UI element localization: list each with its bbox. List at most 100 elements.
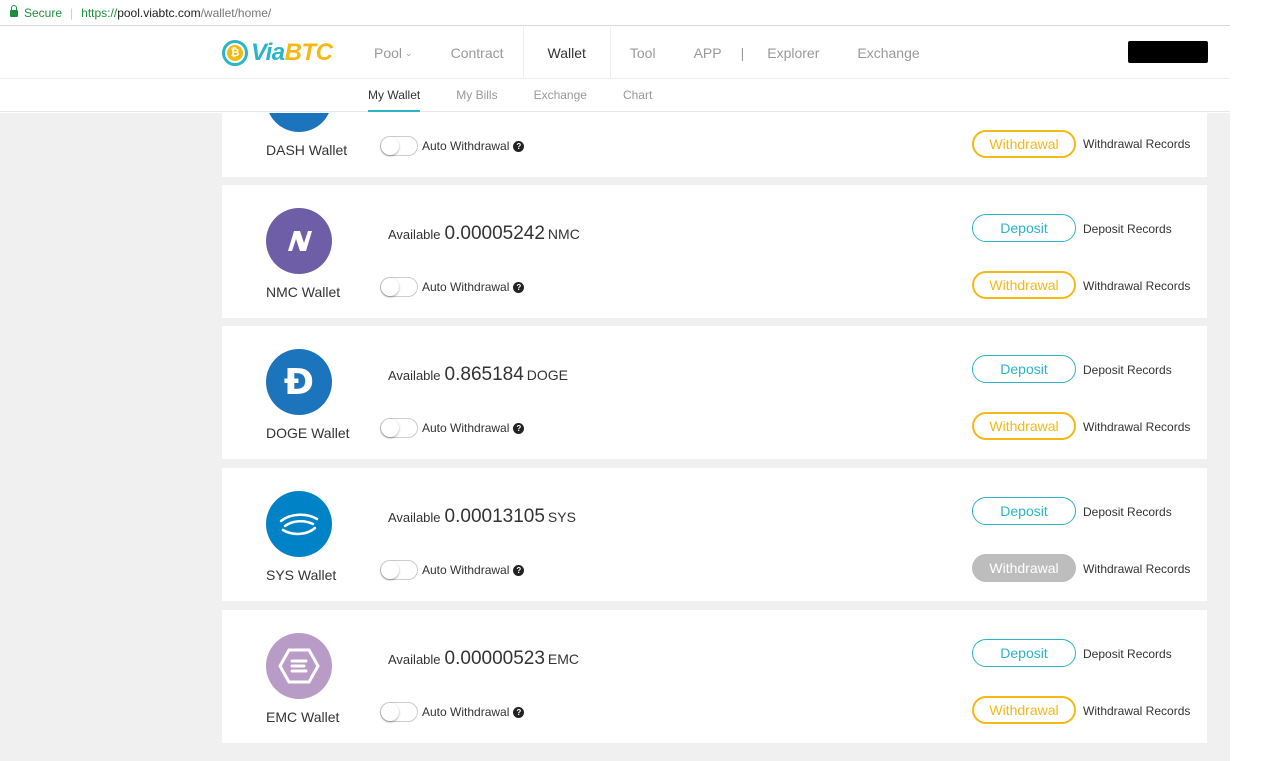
balance-amount: 0.00000523 — [444, 648, 545, 669]
namecoin-icon — [288, 231, 312, 251]
wallet-name: SYS Wallet — [266, 567, 337, 583]
viabtc-logo-icon: ₿ — [222, 40, 248, 66]
available-balance: Available 0.00013105 SYS — [388, 506, 576, 528]
wallet-card-emc: EMC Wallet Available 0.00000523 EMC Auto… — [222, 610, 1207, 743]
wallet-card-doge: Đ DOGE Wallet Available 0.865184 DOGE Au… — [222, 326, 1207, 459]
logo-wordmark: ViaBTC — [251, 39, 333, 67]
nav-tool[interactable]: Tool — [611, 27, 675, 79]
nav-explorer[interactable]: Explorer — [748, 27, 838, 79]
nav-exchange-label: Exchange — [857, 45, 920, 61]
withdrawal-button[interactable]: Withdrawal — [972, 412, 1076, 440]
deposit-button[interactable]: Deposit — [972, 214, 1076, 242]
wallet-name: DOGE Wallet — [266, 425, 350, 441]
auto-withdrawal-toggle[interactable] — [380, 702, 418, 722]
help-icon[interactable]: ? — [513, 706, 525, 718]
wallet-list: DASH Wallet Auto Withdrawal ? Withdrawal… — [0, 113, 1230, 761]
nav-explorer-label: Explorer — [767, 45, 820, 61]
withdrawal-records-link[interactable]: Withdrawal Records — [1083, 137, 1190, 151]
user-account-redacted[interactable] — [1128, 41, 1208, 63]
auto-withdrawal-label: Auto Withdrawal — [422, 563, 510, 577]
auto-withdrawal-toggle[interactable] — [380, 277, 418, 297]
available-label: Available — [388, 652, 441, 667]
url-text[interactable]: https://pool.viabtc.com/wallet/home/ — [81, 6, 271, 20]
balance-amount: 0.00013105 — [444, 506, 545, 527]
nav-wallet[interactable]: Wallet — [522, 27, 611, 79]
deposit-records-link[interactable]: Deposit Records — [1083, 647, 1172, 661]
available-balance: Available 0.865184 DOGE — [388, 364, 568, 386]
browser-address-bar[interactable]: Secure | https://pool.viabtc.com/wallet/… — [0, 0, 1230, 26]
url-host: pool.viabtc.com — [117, 5, 201, 20]
toggle-knob — [381, 278, 399, 296]
tab-chart[interactable]: Chart — [623, 80, 652, 112]
help-icon[interactable]: ? — [513, 281, 525, 293]
window-edge — [1230, 0, 1280, 761]
balance-amount: 0.00005242 — [444, 223, 545, 244]
sub-nav: My Wallet My Bills Exchange Chart — [0, 80, 1230, 112]
nav-pool[interactable]: Pool ⌄ — [355, 27, 432, 79]
viabtc-logo[interactable]: ₿ ViaBTC — [222, 39, 333, 67]
balance-amount: 0.865184 — [444, 364, 524, 385]
auto-withdrawal: Auto Withdrawal ? — [380, 418, 525, 438]
available-balance: Available 0.00005242 NMC — [388, 223, 580, 245]
available-balance: Available 0.00000523 EMC — [388, 648, 579, 670]
balance-unit: EMC — [547, 651, 580, 667]
nav-contract[interactable]: Contract — [432, 27, 523, 79]
toggle-knob — [381, 561, 399, 579]
emercoin-icon — [278, 648, 320, 684]
chevron-down-icon: ⌄ — [405, 47, 413, 58]
withdrawal-button[interactable]: Withdrawal — [972, 696, 1076, 724]
wallet-name: DASH Wallet — [266, 142, 348, 158]
toggle-knob — [381, 137, 399, 155]
nav-app[interactable]: APP — [675, 27, 741, 79]
tab-my-bills[interactable]: My Bills — [456, 80, 497, 112]
site-header: ₿ ViaBTC Pool ⌄ Contract Wallet Tool APP … — [0, 27, 1230, 79]
withdrawal-button-disabled[interactable]: Withdrawal — [972, 554, 1076, 582]
deposit-records-link[interactable]: Deposit Records — [1083, 363, 1172, 377]
balance-unit: SYS — [547, 509, 576, 525]
auto-withdrawal-toggle[interactable] — [380, 418, 418, 438]
wallet-name: EMC Wallet — [266, 709, 340, 725]
help-icon[interactable]: ? — [513, 140, 525, 152]
withdrawal-records-link[interactable]: Withdrawal Records — [1083, 279, 1190, 293]
lock-icon — [10, 5, 18, 17]
auto-withdrawal-toggle[interactable] — [380, 560, 418, 580]
deposit-button[interactable]: Deposit — [972, 639, 1076, 667]
deposit-button[interactable]: Deposit — [972, 355, 1076, 383]
toggle-knob — [381, 703, 399, 721]
withdrawal-records-link[interactable]: Withdrawal Records — [1083, 704, 1190, 718]
nav-contract-label: Contract — [450, 45, 504, 61]
dash-coin-icon — [266, 113, 332, 132]
help-icon[interactable]: ? — [513, 422, 525, 434]
deposit-records-link[interactable]: Deposit Records — [1083, 222, 1172, 236]
bitcoin-icon: ₿ — [227, 45, 243, 61]
address-separator: | — [70, 5, 74, 20]
auto-withdrawal-toggle[interactable] — [380, 136, 418, 156]
withdrawal-button[interactable]: Withdrawal — [972, 130, 1076, 158]
wallet-card-sys: SYS Wallet Available 0.00013105 SYS Auto… — [222, 468, 1207, 601]
nav-divider: | — [740, 45, 745, 61]
nav-exchange[interactable]: Exchange — [838, 27, 938, 79]
emc-coin-icon — [266, 633, 332, 699]
tab-my-wallet[interactable]: My Wallet — [368, 80, 421, 112]
balance-unit: DOGE — [526, 367, 569, 383]
wallet-card-nmc: NMC Wallet Available 0.00005242 NMC Auto… — [222, 185, 1207, 318]
auto-withdrawal-label: Auto Withdrawal — [422, 280, 510, 294]
nmc-coin-icon — [266, 208, 332, 274]
withdrawal-button[interactable]: Withdrawal — [972, 271, 1076, 299]
help-icon[interactable]: ? — [513, 564, 525, 576]
available-label: Available — [388, 510, 441, 525]
deposit-button[interactable]: Deposit — [972, 497, 1076, 525]
deposit-records-link[interactable]: Deposit Records — [1083, 505, 1172, 519]
wallet-name: NMC Wallet — [266, 284, 341, 300]
tab-exchange[interactable]: Exchange — [534, 80, 587, 112]
syscoin-icon — [279, 513, 319, 536]
secure-label: Secure — [24, 5, 63, 20]
available-label: Available — [388, 368, 441, 383]
auto-withdrawal-label: Auto Withdrawal — [422, 139, 510, 153]
available-label: Available — [388, 227, 441, 242]
withdrawal-records-link[interactable]: Withdrawal Records — [1083, 562, 1190, 576]
balance-unit: NMC — [547, 226, 580, 242]
withdrawal-records-link[interactable]: Withdrawal Records — [1083, 420, 1190, 434]
auto-withdrawal: Auto Withdrawal ? — [380, 702, 525, 722]
auto-withdrawal: Auto Withdrawal ? — [380, 560, 525, 580]
